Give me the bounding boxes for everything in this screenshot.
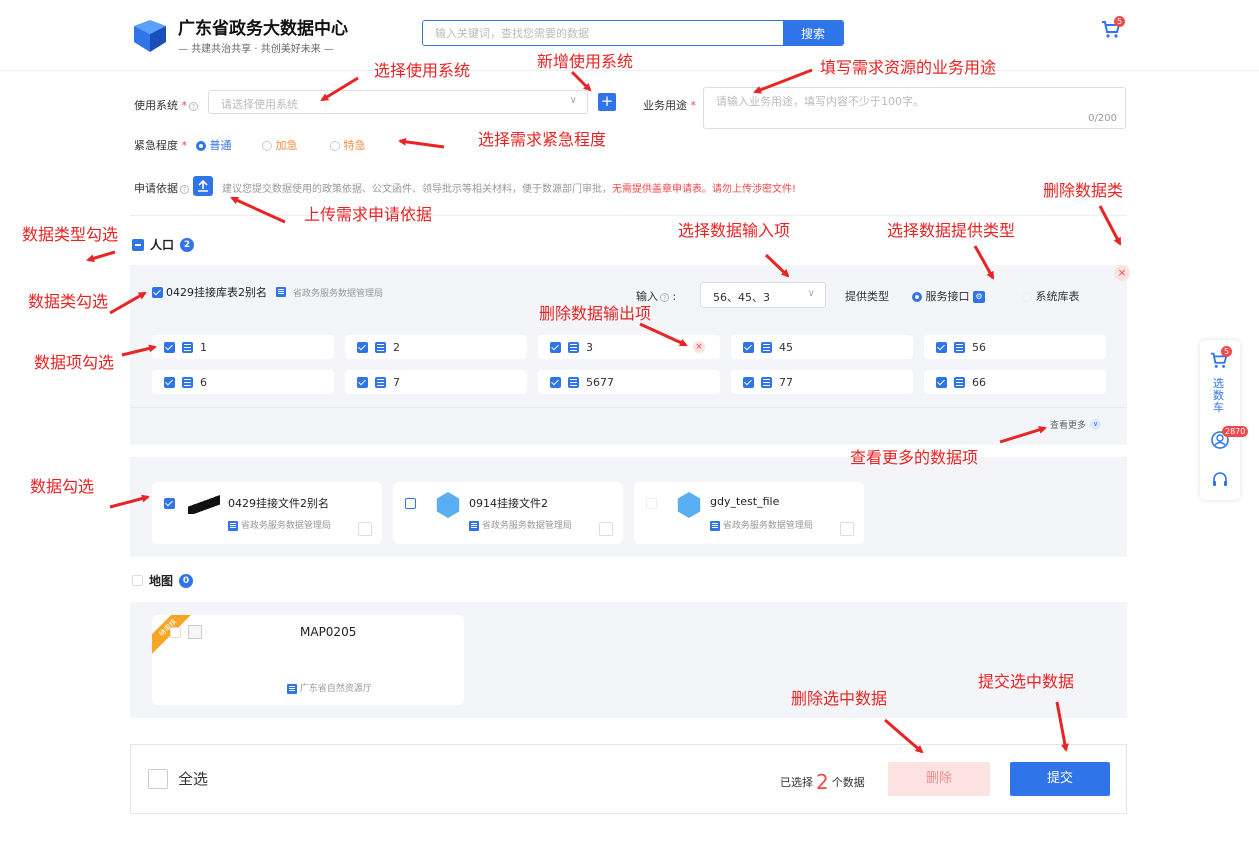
arrow <box>109 291 147 315</box>
arrow <box>1098 205 1122 246</box>
arrow <box>121 344 157 357</box>
arrow <box>973 245 995 280</box>
arrow <box>109 494 150 509</box>
arrow <box>639 322 688 347</box>
arrow <box>398 137 445 149</box>
arrow <box>884 718 924 754</box>
arrow <box>86 250 116 263</box>
arrow <box>999 425 1047 444</box>
arrow <box>753 68 813 94</box>
arrow <box>320 76 359 102</box>
arrow <box>570 70 592 92</box>
arrow <box>230 196 286 224</box>
arrow <box>1055 701 1069 752</box>
annotation-arrows <box>86 68 1122 754</box>
arrow <box>764 253 790 278</box>
